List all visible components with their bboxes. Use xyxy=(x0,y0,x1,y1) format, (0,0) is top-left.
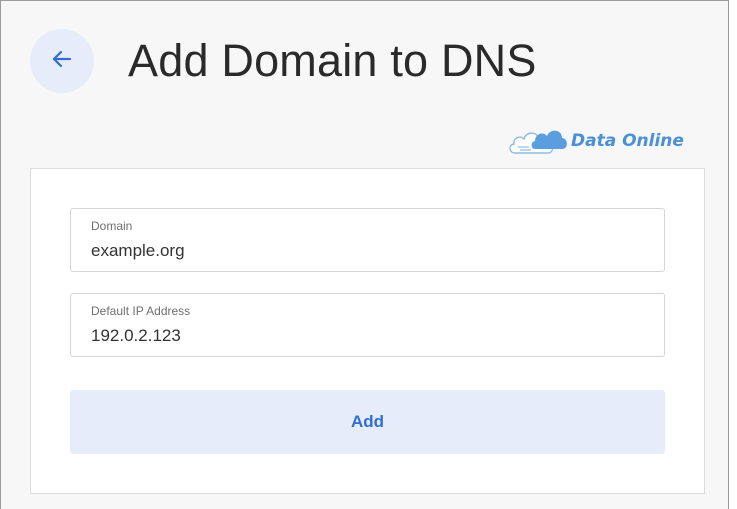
form-card: Domain example.org Default IP Address 19… xyxy=(30,168,705,494)
domain-field[interactable]: Domain example.org xyxy=(70,208,665,272)
ip-address-label: Default IP Address xyxy=(91,304,191,318)
page-title: Add Domain to DNS xyxy=(128,35,537,86)
ip-address-input[interactable]: 192.0.2.123 xyxy=(91,326,181,346)
ip-address-field[interactable]: Default IP Address 192.0.2.123 xyxy=(70,293,665,357)
arrow-left-icon xyxy=(51,48,73,75)
cloud-icon xyxy=(507,123,569,162)
add-button[interactable]: Add xyxy=(70,390,665,454)
domain-input[interactable]: example.org xyxy=(91,241,185,261)
back-button[interactable] xyxy=(30,29,94,93)
domain-label: Domain xyxy=(91,219,133,233)
logo-text: Data Online xyxy=(571,130,684,151)
brand-logo: Data Online xyxy=(507,123,684,162)
page-frame: Add Domain to DNS Data Online Domain exa… xyxy=(0,0,729,509)
